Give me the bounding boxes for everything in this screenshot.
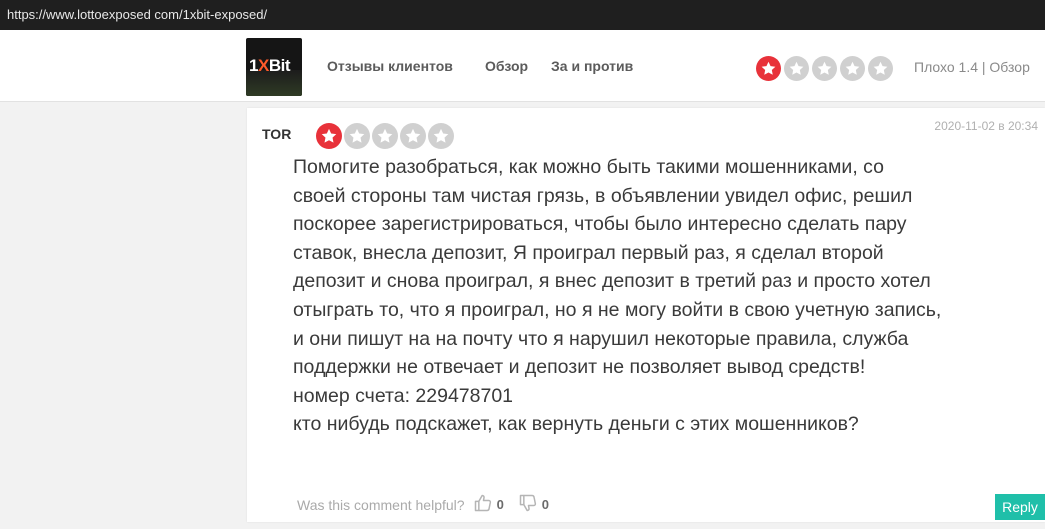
header-rating-stars [756, 56, 893, 81]
reply-button[interactable]: Reply [995, 494, 1045, 520]
star-icon [840, 56, 865, 81]
star-icon [812, 56, 837, 81]
dislike-button[interactable]: 0 [518, 493, 549, 516]
star-icon [316, 123, 342, 149]
star-icon [344, 123, 370, 149]
like-count: 0 [496, 497, 504, 512]
header-rating-text[interactable]: Плохо 1.4 | Обзор [914, 59, 1030, 75]
review-date: 2020-11-02 в 20:34 [934, 119, 1038, 133]
star-icon [428, 123, 454, 149]
nav-pros-cons[interactable]: За и против [551, 58, 633, 74]
review-text-line: и они пишут на на почту что я нарушил не… [293, 327, 909, 350]
review-text-line: своей стороны там чистая грязь, в объявл… [293, 184, 913, 207]
dislike-count: 0 [541, 497, 550, 512]
star-icon [756, 56, 781, 81]
review-body: Помогите разобраться, как можно быть так… [293, 153, 1033, 439]
review-text-line: поддержки не отвечает и депозит не позво… [293, 356, 866, 379]
star-icon [372, 123, 398, 149]
nav-customer-reviews[interactable]: Отзывы клиентов [327, 58, 453, 74]
helpful-label: Was this comment helpful? [297, 496, 465, 513]
brand-logo[interactable]: 1XBit [246, 38, 302, 96]
star-icon [784, 56, 809, 81]
review-text-line: поскорее зарегистрироваться, чтобы было … [293, 213, 907, 236]
review-text-line: номер счета: 229478701 [293, 384, 514, 407]
nav-overview[interactable]: Обзор [485, 58, 528, 74]
url-text[interactable]: https://www.lottoexposed com/1xbit-expos… [7, 7, 267, 22]
star-icon [868, 56, 893, 81]
helpful-feedback: Was this comment helpful? 0 0 [297, 493, 549, 516]
like-button[interactable]: 0 [473, 493, 504, 516]
review-rating-stars [316, 123, 454, 149]
browser-address-bar[interactable]: https://www.lottoexposed com/1xbit-expos… [0, 0, 1045, 30]
review-card: TOR 2020-11-02 в 20:34 Помогите разобрат… [247, 108, 1045, 522]
review-text-line: кто нибудь подскажет, как вернуть деньги… [293, 413, 859, 436]
site-header: 1XBit Отзывы клиентов Обзор За и против … [0, 30, 1045, 102]
logo-text: 1XBit [249, 56, 290, 75]
review-text-line: ставок, внесла депозит, Я проиграл первы… [293, 241, 884, 264]
review-text-line: Помогите разобраться, как можно быть так… [293, 156, 884, 178]
review-author: TOR [262, 126, 292, 142]
thumbs-down-icon [518, 493, 538, 516]
thumbs-up-icon [473, 493, 493, 516]
review-text-line: депозит и снова проиграл, я внес депозит… [293, 270, 931, 293]
star-icon [400, 123, 426, 149]
review-text-line: отыграть то, что я проиграл, но я не мог… [293, 298, 942, 321]
